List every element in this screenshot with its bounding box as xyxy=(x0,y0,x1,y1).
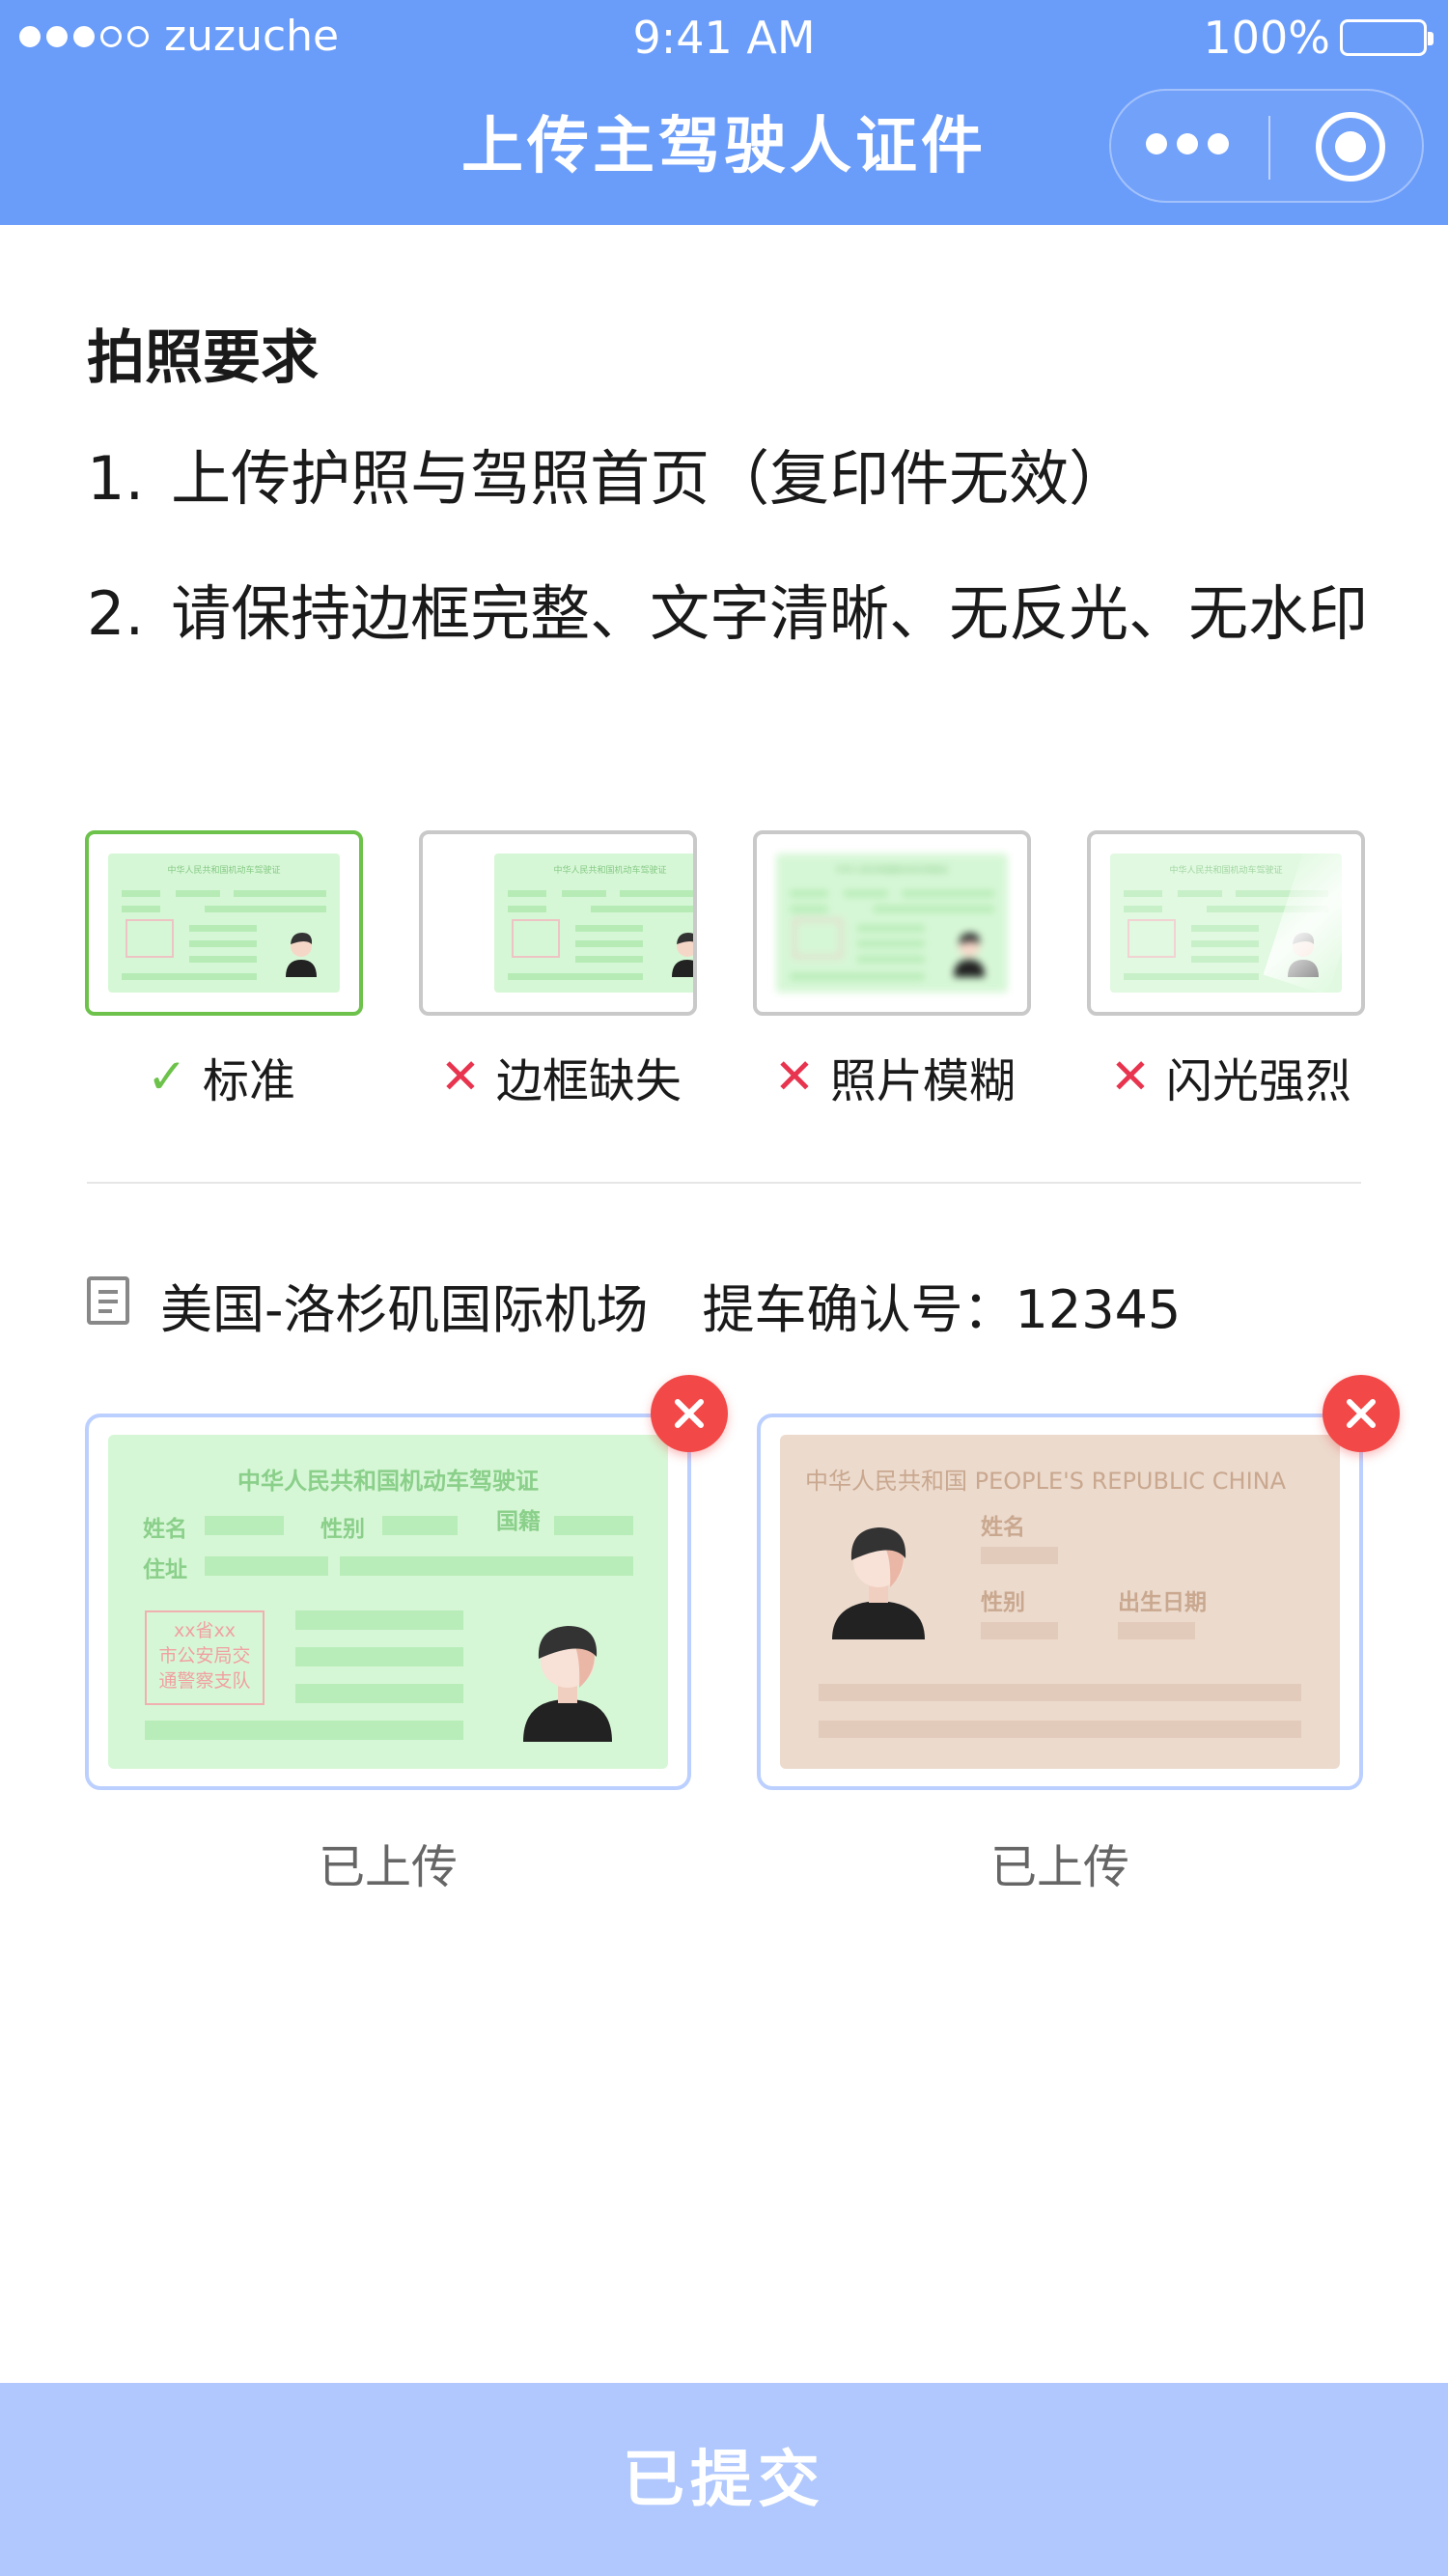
requirement-item: 2. 请保持边框完整、文字清晰、无反光、无水印 xyxy=(87,568,1380,660)
battery-percent: 100% xyxy=(1203,12,1330,64)
requirement-number: 1. xyxy=(87,443,145,514)
license-stamp: xx省xx 市公安局交 通警察支队 xyxy=(145,1610,265,1705)
battery-status: 100% xyxy=(1203,12,1434,64)
more-icon[interactable] xyxy=(1146,133,1229,154)
upload-status-label: 已上传 xyxy=(318,1840,458,1894)
mini-program-capsule xyxy=(1109,89,1424,203)
passport-field-label: 姓名 xyxy=(981,1515,1025,1540)
close-miniprogram-icon[interactable] xyxy=(1316,112,1385,182)
example-card-title: 中华人民共和国机动车驾驶证 xyxy=(835,866,949,876)
example-label: 边框缺失 xyxy=(495,1054,682,1108)
confirmation-number: 提车确认号：12345 xyxy=(702,1279,1182,1340)
pickup-location: 美国-洛杉矶国际机场 xyxy=(160,1279,649,1340)
license-field-label: 住址 xyxy=(143,1557,187,1582)
passport-field-label: 出生日期 xyxy=(1118,1590,1207,1615)
example-blurry: 中华人民共和国机动车驾驶证 xyxy=(753,830,1031,1016)
example-caption: ✕ 闪光强烈 xyxy=(1110,1043,1351,1110)
requirement-text: 请保持边框完整、文字清晰、无反光、无水印 xyxy=(171,578,1369,649)
document-icon xyxy=(87,1276,129,1325)
cross-icon: ✕ xyxy=(774,1049,815,1105)
requirement-item: 1. 上传护照与驾照首页（复印件无效） xyxy=(87,433,1380,525)
example-label: 闪光强烈 xyxy=(1165,1054,1351,1108)
passport-field-label: 性别 xyxy=(981,1590,1025,1615)
example-card-title: 中华人民共和国机动车驾驶证 xyxy=(167,866,281,876)
license-field-label: 性别 xyxy=(320,1517,365,1542)
upload-status-label: 已上传 xyxy=(989,1840,1129,1894)
battery-icon xyxy=(1340,19,1434,56)
status-bar: zuzuche 9:41 AM 100% xyxy=(0,0,1448,77)
license-field-label: 国籍 xyxy=(496,1509,541,1534)
capsule-divider xyxy=(1268,116,1270,180)
license-title: 中华人民共和国机动车驾驶证 xyxy=(237,1468,539,1495)
example-label: 照片模糊 xyxy=(829,1054,1016,1108)
example-caption: ✕ 照片模糊 xyxy=(774,1043,1016,1110)
passport-image: 中华人民共和国 PEOPLE'S REPUBLIC CHINA 姓名 性别 出生… xyxy=(780,1435,1340,1769)
example-card-image: 中华人民共和国机动车驾驶证 xyxy=(776,854,1008,993)
requirement-text: 上传护照与驾照首页（复印件无效） xyxy=(171,443,1129,514)
delete-license-button[interactable] xyxy=(651,1375,728,1452)
example-card-image: 中华人民共和国机动车驾驶证 xyxy=(494,854,693,993)
cross-icon: ✕ xyxy=(1110,1049,1151,1105)
example-glare: 中华人民共和国机动车驾驶证 xyxy=(1087,830,1365,1016)
example-caption: ✓ 标准 xyxy=(147,1043,295,1110)
example-border-missing: 中华人民共和国机动车驾驶证 xyxy=(419,830,697,1016)
submit-button[interactable]: 已提交 xyxy=(0,2383,1448,2576)
uploaded-passport[interactable]: 中华人民共和国 PEOPLE'S REPUBLIC CHINA 姓名 性别 出生… xyxy=(757,1414,1363,1790)
example-caption: ✕ 边框缺失 xyxy=(440,1043,682,1110)
order-info: 美国-洛杉矶国际机场 提车确认号：12345 xyxy=(160,1267,1181,1343)
driving-license-image: 中华人民共和国机动车驾驶证 姓名 性别 国籍 住址 xx省xx 市公安局交 通警察支… xyxy=(108,1435,668,1769)
avatar xyxy=(523,1626,612,1742)
example-label: 标准 xyxy=(202,1054,295,1108)
delete-passport-button[interactable] xyxy=(1323,1375,1400,1452)
avatar xyxy=(832,1527,925,1639)
cross-icon: ✕ xyxy=(440,1049,481,1105)
requirements-title: 拍照要求 xyxy=(87,324,319,392)
check-icon: ✓ xyxy=(147,1049,187,1105)
uploaded-driving-license[interactable]: 中华人民共和国机动车驾驶证 姓名 性别 国籍 住址 xx省xx 市公安局交 通警察支… xyxy=(85,1414,691,1790)
section-divider xyxy=(87,1182,1361,1184)
example-standard: 中华人民共和国机动车驾驶证 xyxy=(85,830,363,1016)
requirement-number: 2. xyxy=(87,578,145,649)
example-card-image: 中华人民共和国机动车驾驶证 xyxy=(108,854,340,993)
passport-title: 中华人民共和国 PEOPLE'S REPUBLIC CHINA xyxy=(805,1468,1287,1495)
example-card-title: 中华人民共和国机动车驾驶证 xyxy=(553,866,667,876)
top-bar: zuzuche 9:41 AM 100% 上传主驾驶人证件 xyxy=(0,0,1448,225)
license-field-label: 姓名 xyxy=(143,1517,187,1542)
